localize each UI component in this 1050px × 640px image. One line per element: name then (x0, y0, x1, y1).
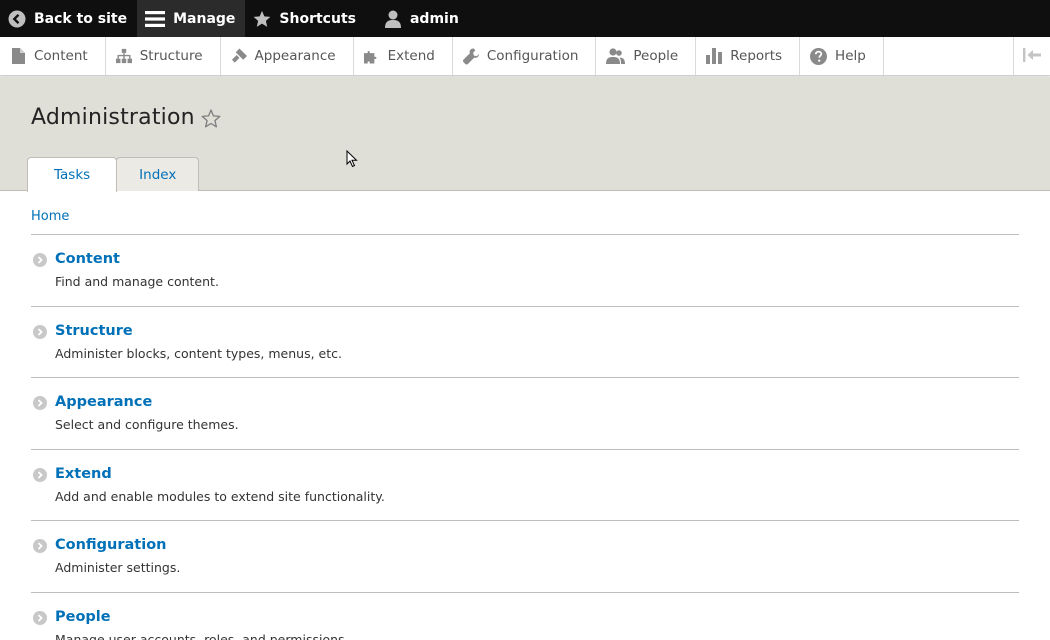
mouse-cursor-icon (346, 149, 358, 168)
list-item: Configuration Administer settings. (31, 521, 1019, 593)
tray-item-reports[interactable]: Reports (696, 37, 801, 75)
tab-label: Index (139, 166, 177, 183)
admin-item-link[interactable]: Structure (55, 323, 133, 339)
user-label: admin (409, 10, 459, 27)
tray-item-label: Content (34, 48, 88, 64)
tray-item-configuration[interactable]: Configuration (453, 37, 597, 75)
tray-item-extend[interactable]: Extend (354, 37, 453, 75)
tray-item-label: Reports (730, 48, 783, 64)
admin-item-description: Manage user accounts, roles, and permiss… (55, 631, 349, 640)
user-tab[interactable]: admin (366, 0, 469, 37)
chevron-right-icon (33, 610, 47, 625)
manage-label: Manage (173, 10, 236, 27)
tray-item-label: People (633, 48, 679, 64)
chevron-right-icon (33, 539, 47, 554)
back-to-site-label: Back to site (34, 10, 128, 27)
list-item: Content Find and manage content. (31, 235, 1019, 307)
tray-item-people[interactable]: People (596, 37, 697, 75)
chevron-right-icon (33, 253, 47, 267)
admin-toolbar: Back to site Manage Shortcuts admin (0, 0, 1050, 37)
chevron-right-icon (33, 467, 47, 482)
admin-item-link[interactable]: Appearance (55, 394, 152, 410)
admin-item-link[interactable]: Configuration (55, 537, 167, 553)
manage-tab[interactable]: Manage (137, 0, 246, 37)
puzzle-icon (363, 48, 380, 64)
shortcuts-tab[interactable]: Shortcuts (245, 0, 366, 37)
tray-item-appearance[interactable]: Appearance (221, 37, 354, 75)
tray-item-label: Appearance (254, 48, 336, 64)
tray-item-content[interactable]: Content (0, 37, 106, 75)
star-icon (253, 10, 271, 28)
tab-index[interactable]: Index (116, 157, 200, 191)
collapse-left-icon (1023, 47, 1041, 66)
page-title: Administration (31, 105, 195, 130)
admin-item-description: Administer blocks, content types, menus,… (55, 345, 342, 361)
admin-item-link[interactable]: People (55, 609, 111, 625)
shortcuts-label: Shortcuts (279, 10, 356, 27)
user-icon (384, 10, 402, 28)
add-shortcut-star-icon[interactable] (201, 109, 223, 131)
admin-item-description: Select and configure themes. (55, 417, 239, 433)
sitemap-icon (115, 48, 132, 64)
people-icon (606, 48, 626, 64)
tab-label: Tasks (54, 167, 91, 183)
file-icon (10, 48, 26, 64)
admin-item-description: Add and enable modules to extend site fu… (55, 488, 385, 504)
admin-tray: Content Structure Appearance Extend Conf… (0, 37, 1050, 76)
primary-tabs: Tasks Index (27, 156, 200, 192)
list-item: Structure Administer blocks, content typ… (31, 307, 1019, 379)
admin-item-link[interactable]: Content (55, 251, 120, 267)
list-item: Extend Add and enable modules to extend … (31, 450, 1019, 522)
tray-item-label: Help (835, 48, 866, 64)
tray-item-label: Configuration (486, 48, 579, 64)
chevron-right-icon (33, 396, 47, 411)
bar-chart-icon (706, 48, 723, 64)
tray-orientation-toggle[interactable] (1013, 37, 1050, 75)
paintbrush-icon (231, 48, 247, 64)
tray-item-help[interactable]: Help (800, 37, 884, 75)
tray-item-label: Structure (139, 48, 203, 64)
tray-item-structure[interactable]: Structure (106, 37, 221, 75)
list-item: Appearance Select and configure themes. (31, 378, 1019, 450)
wrench-icon (462, 48, 479, 65)
help-icon (810, 47, 828, 65)
tray-item-label: Extend (387, 48, 435, 64)
chevron-right-icon (33, 324, 47, 339)
admin-block-list: Content Find and manage content. Structu… (31, 234, 1019, 640)
breadcrumb-home-link[interactable]: Home (31, 209, 69, 224)
admin-item-description: Administer settings. (55, 560, 181, 576)
admin-item-link[interactable]: Extend (55, 466, 112, 482)
page-header: Administration Tasks Index (0, 77, 1050, 192)
back-to-site-link[interactable]: Back to site (0, 0, 137, 37)
list-item: People Manage user accounts, roles, and … (31, 593, 1019, 640)
hamburger-icon (145, 10, 166, 28)
back-arrow-icon (8, 10, 26, 28)
admin-item-description: Find and manage content. (55, 274, 219, 289)
tab-tasks[interactable]: Tasks (27, 157, 118, 192)
